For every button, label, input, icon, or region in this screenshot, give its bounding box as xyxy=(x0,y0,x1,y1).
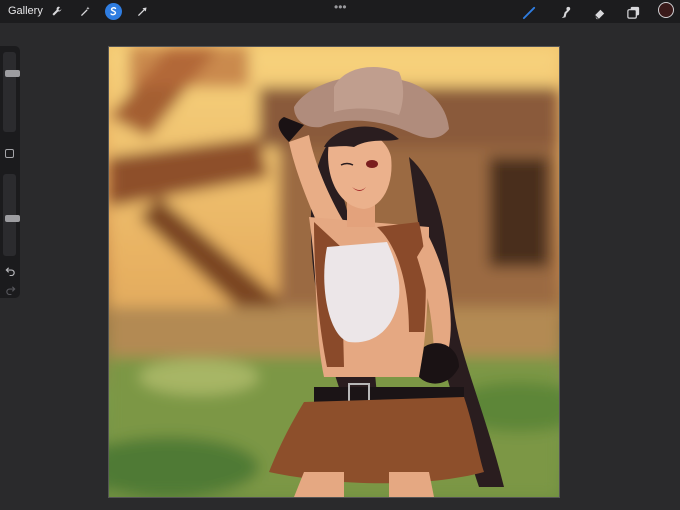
smudge-icon[interactable] xyxy=(556,3,574,21)
more-options-button[interactable]: ••• xyxy=(334,1,347,13)
gallery-button[interactable]: Gallery xyxy=(8,4,43,18)
color-picker-swatch[interactable] xyxy=(658,2,674,18)
square-icon[interactable] xyxy=(5,149,14,158)
eraser-icon[interactable] xyxy=(590,3,608,21)
top-toolbar: Gallery ••• xyxy=(0,0,680,23)
undo-icon[interactable] xyxy=(4,264,16,276)
brush-size-slider[interactable] xyxy=(3,52,20,132)
drawing-canvas[interactable] xyxy=(108,46,560,498)
left-sidebar xyxy=(0,46,20,298)
redo-icon[interactable] xyxy=(4,283,16,295)
brush-size-thumb[interactable] xyxy=(5,70,20,77)
transform-arrow-icon[interactable] xyxy=(134,3,151,20)
selection-icon[interactable] xyxy=(105,3,122,20)
brush-icon[interactable] xyxy=(520,3,538,21)
opacity-thumb[interactable] xyxy=(5,215,20,222)
layers-icon[interactable] xyxy=(624,3,642,21)
wrench-icon[interactable] xyxy=(48,3,65,20)
opacity-slider[interactable] xyxy=(3,174,20,256)
magic-wand-icon[interactable] xyxy=(77,3,94,20)
canvas-illustration xyxy=(109,47,559,497)
